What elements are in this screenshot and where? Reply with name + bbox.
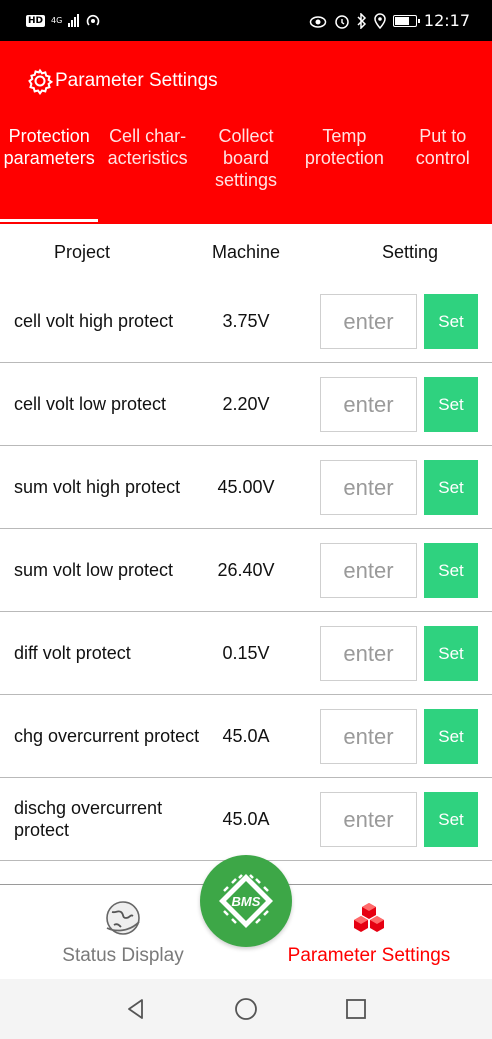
setting-input[interactable] — [320, 543, 417, 598]
tab-label: Collect board settings — [214, 126, 277, 190]
network-type: 4G — [51, 15, 63, 25]
set-button[interactable]: Set — [424, 792, 478, 847]
bluetooth-icon — [357, 12, 366, 29]
tab-bar: Protection parameters Cell char- acteris… — [0, 125, 492, 224]
set-button[interactable]: Set — [424, 543, 478, 598]
recents-icon — [346, 999, 366, 1019]
parameter-name: cell volt high protect — [14, 311, 174, 331]
status-bar: HD 4G 12:17 — [0, 0, 492, 41]
cubes-icon — [354, 903, 384, 932]
table-row: dischg overcurrent protect 45.0A Set — [0, 778, 492, 861]
tab-collect-board-settings[interactable]: Collect board settings — [197, 125, 295, 224]
gear-icon — [28, 68, 54, 95]
parameter-table: Project Machine Setting cell volt high p… — [0, 224, 492, 861]
setting-input[interactable] — [320, 377, 417, 432]
table-row: sum volt high protect 45.00V Set — [0, 446, 492, 529]
hotspot-icon — [87, 14, 100, 26]
parameter-name: cell volt low protect — [14, 394, 167, 414]
nav-param-label: Parameter Settings — [287, 945, 451, 966]
setting-input[interactable] — [320, 460, 417, 515]
bms-chip-icon: BMS — [219, 874, 273, 928]
table-header: Project Machine Setting — [0, 224, 492, 280]
machine-value: 0.15V — [222, 642, 270, 663]
machine-value: 2.20V — [222, 393, 270, 414]
nav-status-label: Status Display — [62, 945, 184, 966]
machine-value: 45.0A — [222, 725, 270, 746]
setting-input[interactable] — [320, 626, 417, 681]
clock: 12:17 — [423, 11, 470, 30]
machine-value: 45.00V — [217, 476, 275, 497]
column-header-machine: Machine — [211, 241, 281, 262]
machine-value: 45.0A — [222, 808, 270, 829]
battery-icon — [392, 14, 420, 27]
home-button[interactable] — [191, 997, 301, 1021]
tab-temp-protection[interactable]: Temp protection — [295, 125, 393, 224]
tab-label: Cell char- acteristics — [107, 126, 188, 168]
eye-icon — [309, 15, 327, 28]
tab-protection-parameters[interactable]: Protection parameters — [0, 125, 98, 224]
setting-input[interactable] — [320, 294, 417, 349]
column-header-setting: Setting — [381, 241, 439, 262]
home-icon — [235, 998, 257, 1020]
machine-value: 3.75V — [222, 310, 270, 331]
parameter-name: sum volt high protect — [14, 477, 181, 497]
parameter-name: diff volt protect — [14, 643, 131, 663]
bms-chip-label: BMS — [232, 894, 261, 909]
tab-label: Protection parameters — [3, 126, 95, 168]
back-button[interactable] — [81, 997, 191, 1021]
alarm-icon — [335, 14, 349, 29]
globe-icon — [106, 901, 140, 935]
setting-input[interactable] — [320, 709, 417, 764]
system-nav-bar — [0, 979, 492, 1039]
parameter-name: chg overcurrent protect — [14, 726, 200, 746]
set-button[interactable]: Set — [424, 709, 478, 764]
table-row: sum volt low protect 26.40V Set — [0, 529, 492, 612]
bms-center-button[interactable]: BMS — [200, 855, 292, 947]
location-icon — [374, 12, 386, 29]
parameter-name: dischg overcurrent protect — [14, 798, 163, 840]
header-title-row: Parameter Settings — [26, 67, 218, 95]
hd-badge: HD — [26, 14, 46, 27]
tab-cell-characteristics[interactable]: Cell char- acteristics — [98, 125, 196, 224]
machine-value: 26.40V — [217, 559, 275, 580]
column-header-project: Project — [53, 241, 111, 262]
table-row: cell volt low protect 2.20V Set — [0, 363, 492, 446]
set-button[interactable]: Set — [424, 626, 478, 681]
set-button[interactable]: Set — [424, 294, 478, 349]
app-header: Parameter Settings Protection parameters… — [0, 41, 492, 224]
tab-put-to-control[interactable]: Put to control — [394, 125, 492, 224]
table-row: diff volt protect 0.15V Set — [0, 612, 492, 695]
network-indicator: 4G — [51, 15, 63, 25]
recents-button[interactable] — [301, 997, 411, 1021]
table-row: cell volt high protect 3.75V Set — [0, 280, 492, 363]
back-icon — [128, 999, 143, 1019]
table-row: chg overcurrent protect 45.0A Set — [0, 695, 492, 778]
table-body: cell volt high protect3.75VSetcell volt … — [0, 280, 492, 861]
tab-active-indicator — [0, 219, 98, 222]
parameter-name: sum volt low protect — [14, 560, 174, 580]
tab-label: Temp protection — [304, 126, 384, 168]
signal-icon — [68, 14, 80, 27]
tab-label: Put to control — [415, 126, 470, 168]
set-button[interactable]: Set — [424, 460, 478, 515]
set-button[interactable]: Set — [424, 377, 478, 432]
setting-input[interactable] — [320, 792, 417, 847]
page-title: Parameter Settings — [55, 70, 218, 91]
